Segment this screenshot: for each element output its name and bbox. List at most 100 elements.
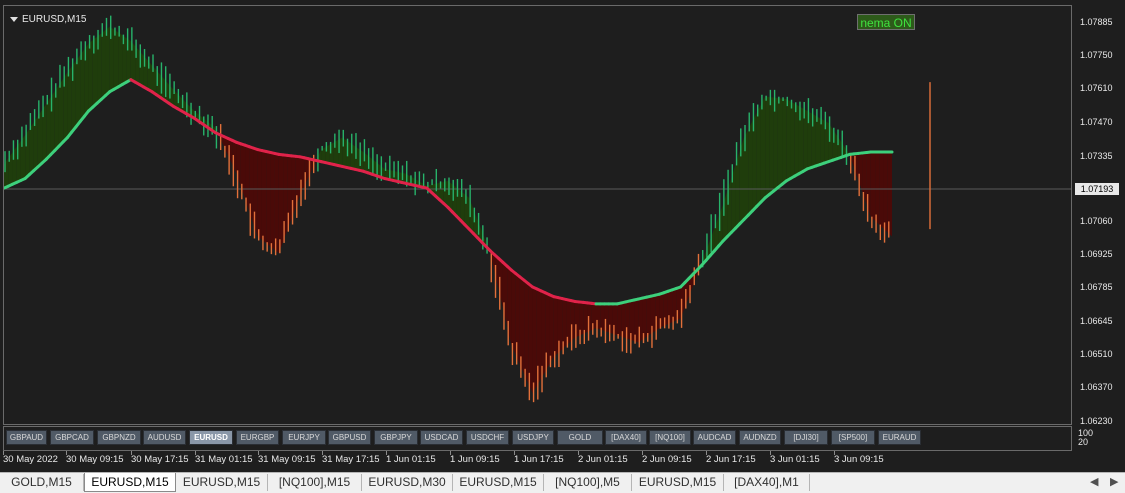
ma-band-fill [761, 97, 765, 203]
ma-band-fill [549, 295, 553, 364]
symbol-button-audcad[interactable]: AUDCAD [693, 430, 736, 445]
ma-band-fill [884, 152, 888, 233]
price-tick-label: 1.06230 [1080, 416, 1113, 426]
ma-band-fill [67, 67, 71, 138]
symbol-button-nq100[interactable]: [NQ100] [649, 430, 691, 445]
price-plot [4, 6, 1071, 424]
price-tick-label: 1.07750 [1080, 50, 1113, 60]
time-tick-label: 1 Jun 01:15 [386, 454, 436, 465]
price-tick-label: 1.07060 [1080, 216, 1113, 226]
price-tick-label: 1.06645 [1080, 316, 1113, 326]
ma-band-fill [782, 98, 786, 184]
price-tick-label: 1.07610 [1080, 83, 1113, 93]
price-tick-label: 1.06510 [1080, 349, 1113, 359]
ma-band-fill [59, 79, 63, 147]
ma-band-fill [786, 99, 790, 181]
symbol-button-eurusd[interactable]: EURUSD [189, 430, 233, 445]
chart-window[interactable]: EURUSD,M15 nema ON 1.07885 1.07750 1.076… [0, 0, 1125, 472]
time-tick-label: 2 Jun 17:15 [706, 454, 756, 465]
symbol-button-audusd[interactable]: AUDUSD [143, 430, 186, 445]
symbol-button-gbpcad[interactable]: GBPCAD [50, 430, 94, 445]
symbol-button-dax40[interactable]: [DAX40] [605, 430, 647, 445]
ma-band-fill [262, 151, 266, 244]
tab-eurusd-m15[interactable]: EURUSD,M15 [176, 474, 268, 491]
symbol-button-gbpaud[interactable]: GBPAUD [6, 430, 47, 445]
ma-band-fill [820, 118, 824, 164]
ma-band-fill [871, 152, 875, 221]
ma-band-fill [791, 101, 795, 178]
time-tick-label: 31 May 09:15 [258, 454, 316, 465]
scroll-left-icon[interactable]: ◀ [1090, 475, 1098, 488]
ma-band-fill [279, 154, 283, 253]
symbol-button-panel: GBPAUD GBPCAD GBPNZD AUDUSD EURUSD EURGB… [3, 426, 1072, 451]
ma-band-fill [80, 49, 84, 121]
ma-band-fill [748, 121, 752, 215]
time-tick-label: 31 May 17:15 [322, 454, 380, 465]
price-tick-label: 1.06785 [1080, 282, 1113, 292]
tab-eurusd-m15-active[interactable]: EURUSD,M15 [84, 473, 176, 492]
tab-dax40-m1[interactable]: [DAX40],M1 [724, 474, 810, 491]
chevron-down-icon[interactable] [10, 17, 18, 22]
symbol-button-usdchf[interactable]: USDCHF [466, 430, 509, 445]
tab-eurusd-m15[interactable]: EURUSD,M15 [632, 474, 724, 491]
time-tick-label: 31 May 01:15 [195, 454, 253, 465]
ma-band-fill [258, 150, 262, 240]
symbol-button-usdcad[interactable]: USDCAD [420, 430, 463, 445]
symbol-button-gold[interactable]: GOLD [557, 430, 603, 445]
ma-band-fill [114, 30, 118, 90]
chart-tab-bar: GOLD,M15 EURUSD,M15 EURUSD,M15 [NQ100],M… [0, 472, 1125, 493]
ma-band-fill [795, 104, 799, 176]
symbol-button-gbpnzd[interactable]: GBPNZD [97, 430, 141, 445]
time-tick-label: 1 Jun 09:15 [450, 454, 500, 465]
ma-band-fill [778, 98, 782, 188]
price-tick-label: 1.06370 [1080, 382, 1113, 392]
ma-band-fill [765, 97, 769, 198]
current-price-label: 1.07193 [1075, 183, 1119, 195]
time-tick-label: 30 May 17:15 [131, 454, 189, 465]
tab-nq100-m15[interactable]: [NQ100],M15 [268, 474, 362, 491]
time-tick-label: 30 May 09:15 [66, 454, 124, 465]
ma-band-fill [554, 297, 558, 357]
symbol-button-gbpjpy[interactable]: GBPJPY [374, 430, 418, 445]
symbol-button-eurjpy[interactable]: EURJPY [282, 430, 326, 445]
tab-eurusd-m30[interactable]: EURUSD,M30 [362, 474, 453, 491]
price-tick-label: 1.07470 [1080, 117, 1113, 127]
ma-band-fill [105, 27, 109, 96]
symbol-button-dji30[interactable]: [DJI30] [784, 430, 828, 445]
time-tick-label: 1 Jun 17:15 [514, 454, 564, 465]
ma-band-fill [617, 303, 621, 337]
symbol-button-euraud[interactable]: EURAUD [878, 430, 921, 445]
symbol-button-eurgbp[interactable]: EURGBP [236, 430, 279, 445]
ma-band-fill [524, 280, 528, 383]
ma-band-fill [533, 287, 537, 393]
ma-band-fill [270, 152, 274, 249]
chart-symbol-label: EURUSD,M15 [22, 14, 86, 25]
chart-title[interactable]: EURUSD,M15 [10, 14, 86, 25]
ma-band-fill [583, 302, 587, 333]
ma-band-fill [769, 97, 773, 194]
ma-band-fill [266, 151, 270, 246]
symbol-button-audnzd[interactable]: AUDNZD [739, 430, 781, 445]
time-tick-label: 30 May 2022 [3, 454, 58, 465]
price-chart[interactable]: EURUSD,M15 nema ON [3, 5, 1072, 425]
ma-band-fill [29, 123, 33, 175]
time-tick-label: 2 Jun 01:15 [578, 454, 628, 465]
nema-toggle-button[interactable]: nema ON [857, 14, 915, 30]
tab-gold-m15[interactable]: GOLD,M15 [0, 474, 84, 491]
subwindow-scale-bottom: 20 [1078, 438, 1088, 447]
tab-nq100-m5[interactable]: [NQ100],M5 [544, 474, 632, 491]
time-tick-label: 2 Jun 09:15 [642, 454, 692, 465]
time-tick-label: 3 Jun 09:15 [834, 454, 884, 465]
tab-eurusd-m15[interactable]: EURUSD,M15 [453, 474, 544, 491]
time-tick-label: 3 Jun 01:15 [770, 454, 820, 465]
ma-band-fill [511, 270, 515, 354]
symbol-button-gbpusd[interactable]: GBPUSD [328, 430, 371, 445]
symbol-button-sp500[interactable]: [SP500] [831, 430, 875, 445]
ma-band-fill [89, 40, 93, 111]
scroll-right-icon[interactable]: ▶ [1110, 475, 1118, 488]
price-tick-label: 1.06925 [1080, 249, 1113, 259]
ma-band-fill [76, 55, 80, 127]
ma-band-fill [46, 97, 50, 159]
ma-band-fill [275, 153, 279, 253]
symbol-button-usdjpy[interactable]: USDJPY [512, 430, 554, 445]
